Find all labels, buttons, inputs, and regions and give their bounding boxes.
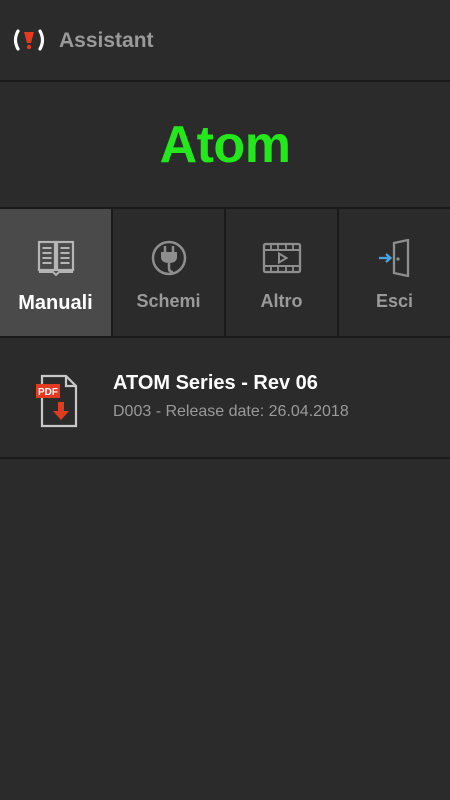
video-icon — [262, 242, 301, 274]
pdf-download-icon: PDF — [36, 374, 78, 428]
pdf-badge: PDF — [38, 387, 58, 398]
tab-esci[interactable]: Esci — [339, 209, 450, 336]
tab-label: Manuali — [18, 292, 93, 314]
manual-title: ATOM Series - Rev 06 — [113, 372, 318, 394]
tab-altro[interactable]: Altro — [226, 209, 339, 336]
exit-door-icon — [378, 239, 409, 277]
list-item[interactable]: PDF ATOM Series - Rev 06 D003 - Release … — [0, 338, 450, 459]
book-icon — [37, 240, 74, 277]
top-bar: Assistant — [0, 0, 450, 82]
title-section: Atom — [0, 82, 450, 209]
product-title: Atom — [159, 115, 291, 174]
tab-label: Altro — [260, 291, 303, 311]
manual-list: PDF ATOM Series - Rev 06 D003 - Release … — [0, 338, 450, 459]
app-root: Assistant Atom Manuali Schemi Altro Esci… — [0, 0, 450, 800]
plug-icon — [151, 240, 186, 276]
tab-manuali[interactable]: Manuali — [0, 209, 113, 336]
tab-label: Esci — [375, 291, 414, 311]
manual-subtitle: D003 - Release date: 26.04.2018 — [113, 403, 349, 420]
tab-bar: Manuali Schemi Altro Esci — [0, 209, 450, 338]
tab-schemi[interactable]: Schemi — [113, 209, 226, 336]
brand-logo-icon — [13, 29, 45, 51]
app-name: Assistant — [59, 29, 154, 52]
tab-label: Schemi — [136, 291, 201, 311]
